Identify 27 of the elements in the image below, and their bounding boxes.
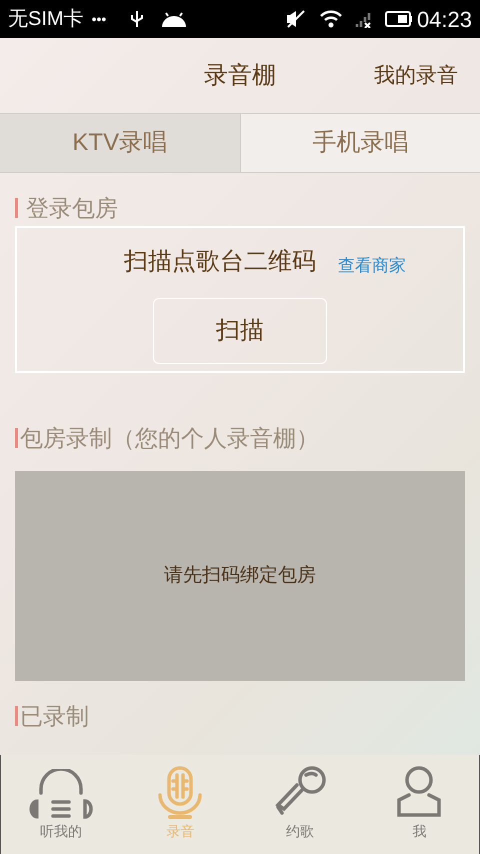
section-marker: [15, 428, 18, 448]
carrier-text: 无SIM卡: [8, 7, 84, 32]
merchants-link[interactable]: 查看商家: [338, 252, 406, 278]
section-title: 包房录制（您的个人录音棚）: [20, 424, 319, 453]
page-title: 录音棚: [204, 60, 276, 90]
usb-icon: [130, 9, 144, 29]
mute-icon: [284, 9, 307, 29]
my-recordings-link[interactable]: 我的录音: [374, 60, 458, 92]
section-marker: [15, 706, 18, 726]
nav-tab[interactable]: 我: [360, 755, 479, 854]
tab[interactable]: 手机录唱: [240, 114, 480, 172]
headphones-icon: [28, 769, 93, 821]
tab[interactable]: KTV录唱: [0, 114, 240, 172]
nav-tab[interactable]: 约歌: [240, 755, 360, 854]
section-title: 已录制: [20, 702, 89, 731]
clock-text: 04:23: [416, 6, 472, 34]
signal-icon: [354, 10, 373, 28]
microphone-icon: [156, 765, 204, 821]
dots-text: •••: [92, 10, 106, 28]
empty-message: 请先扫码绑定包房: [164, 564, 316, 588]
section-title: 登录包房: [26, 194, 118, 223]
section-marker: [15, 198, 18, 218]
scan-prompt: 扫描点歌台二维码: [124, 247, 316, 277]
scan-button[interactable]: 扫描: [153, 298, 327, 364]
battery-icon: [384, 10, 413, 28]
wifi-icon: [318, 10, 343, 28]
nav-tab[interactable]: 听我的: [1, 755, 120, 854]
